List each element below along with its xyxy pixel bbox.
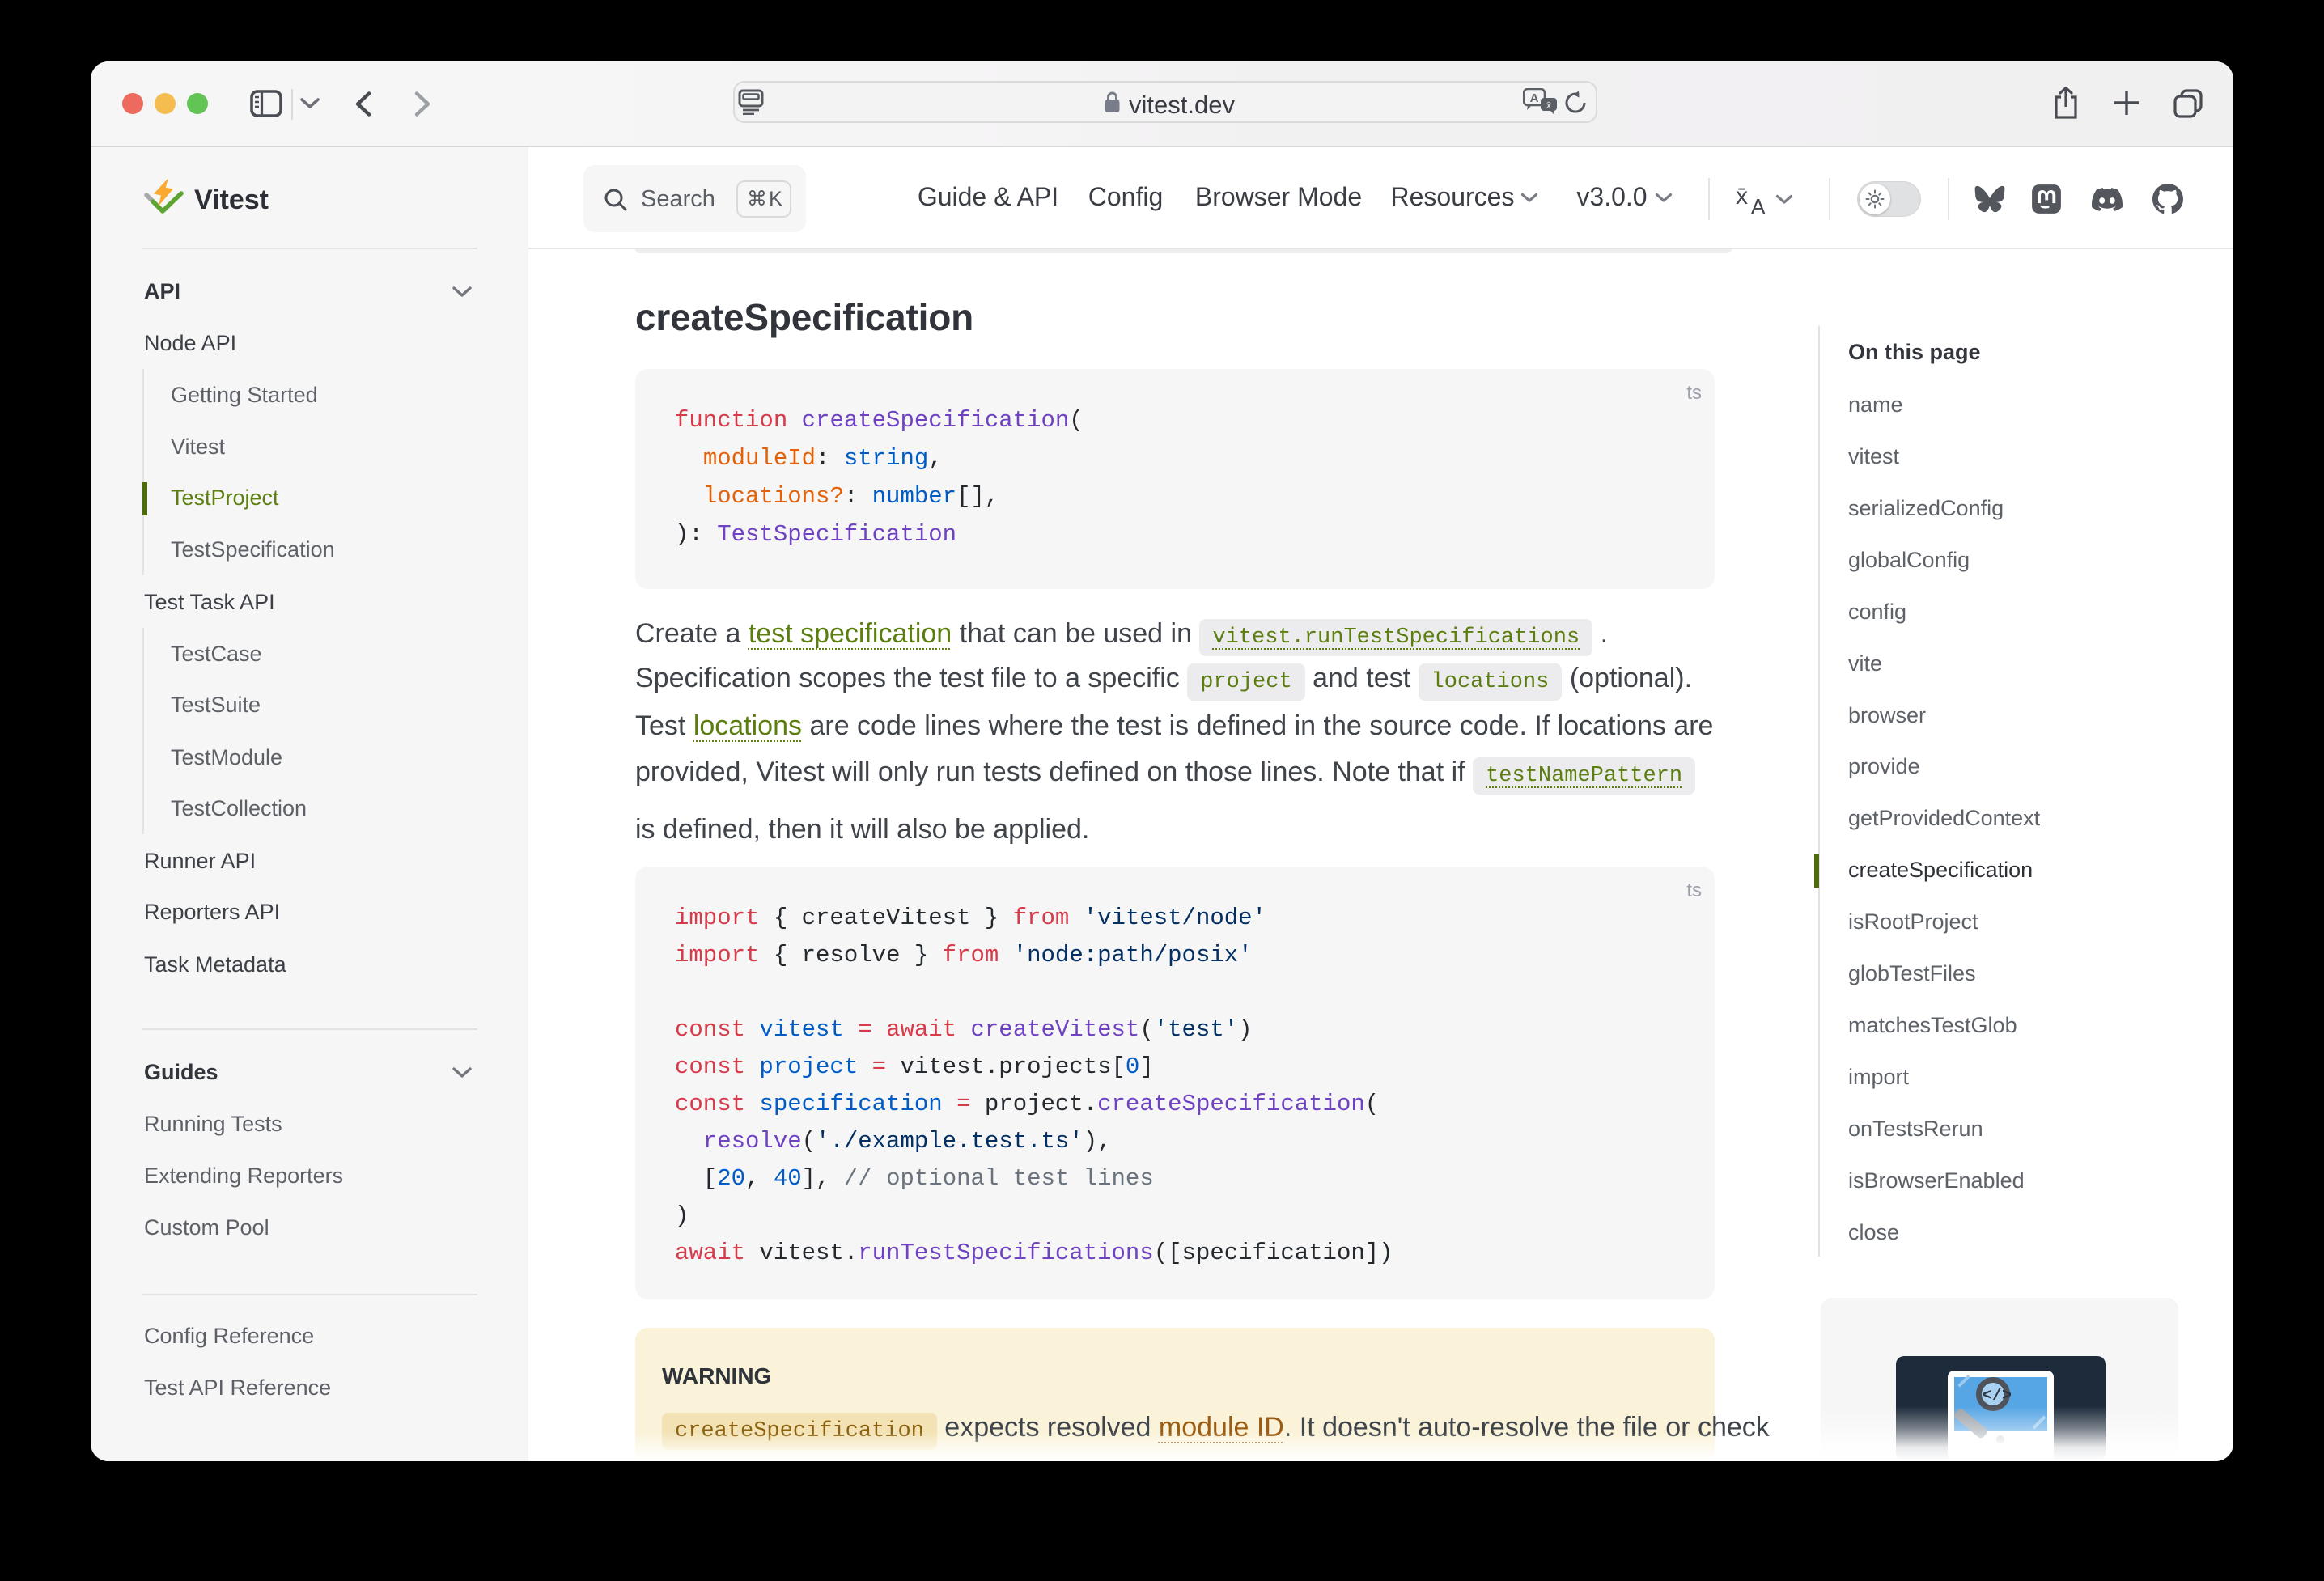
svg-text:x̄: x̄ xyxy=(1546,100,1551,111)
svg-text:A: A xyxy=(1530,91,1539,105)
